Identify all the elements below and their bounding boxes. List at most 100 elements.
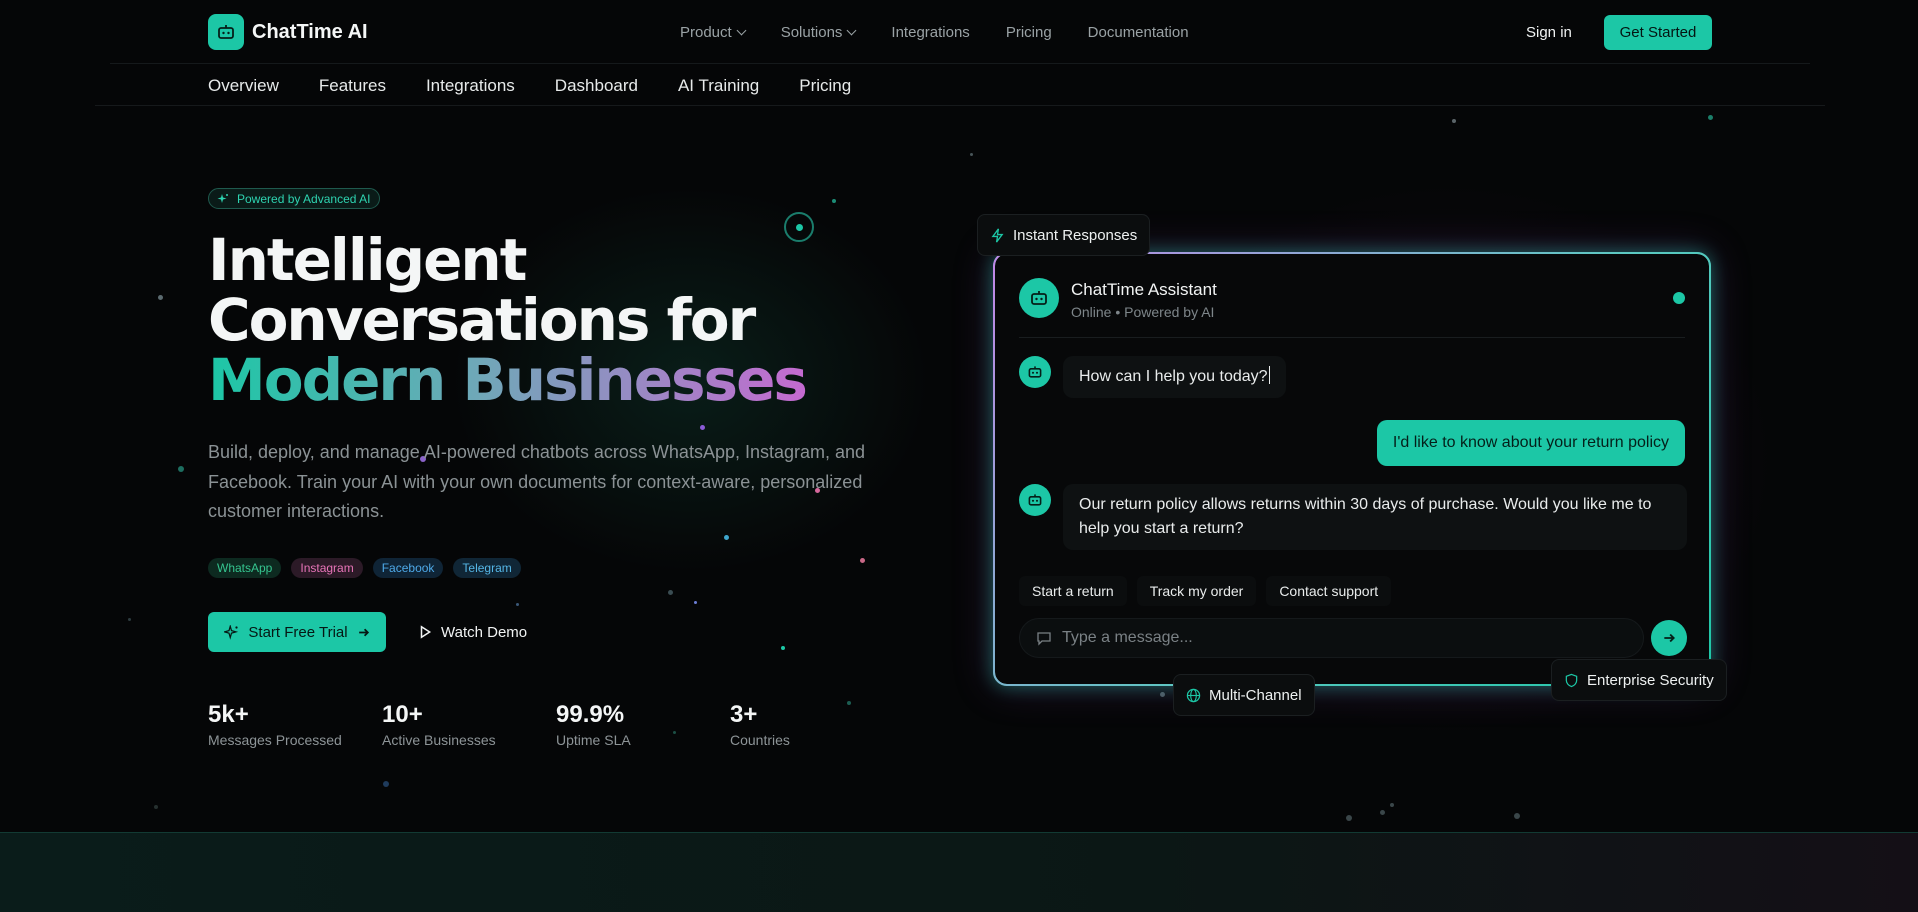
subnav-pricing[interactable]: Pricing (799, 76, 851, 96)
brand-name: ChatTime AI (252, 20, 368, 43)
message-icon (1037, 632, 1051, 646)
message-input[interactable]: Type a message... (1019, 618, 1644, 658)
particle (178, 466, 184, 472)
robot-icon (1031, 291, 1047, 305)
stat-label: Uptime SLA (556, 732, 631, 748)
main-nav: Product Solutions Integrations Pricing D… (680, 24, 1189, 41)
watch-demo-button[interactable]: Watch Demo (418, 612, 527, 652)
chip-whatsapp: WhatsApp (208, 558, 282, 578)
assistant-name: ChatTime Assistant (1071, 280, 1217, 299)
particle (694, 601, 697, 604)
particle (970, 153, 973, 156)
quick-reply-start-return[interactable]: Start a return (1019, 576, 1127, 606)
get-started-button[interactable]: Get Started (1604, 15, 1712, 50)
bot-avatar (1019, 484, 1051, 516)
nav-pricing[interactable]: Pricing (1006, 24, 1052, 41)
hero-title-line3: Modern Businesses (208, 346, 808, 414)
subnav-dashboard[interactable]: Dashboard (555, 76, 638, 96)
bot-message: How can I help you today? (1063, 356, 1286, 398)
robot-icon (1028, 366, 1042, 378)
divider (110, 63, 1810, 64)
robot-icon (208, 14, 244, 50)
stat-messages: 5k+ Messages Processed (208, 700, 382, 748)
assistant-status: Online • Powered by AI (1071, 304, 1215, 320)
powered-by-badge: Powered by Advanced AI (208, 188, 381, 209)
particle (158, 295, 163, 300)
stat-countries: 3+ Countries (730, 700, 904, 748)
watch-demo-label: Watch Demo (441, 623, 528, 641)
hero-title-line1: Intelligent (208, 226, 527, 294)
chip-facebook: Facebook (372, 558, 444, 578)
channel-chips: WhatsApp Instagram Facebook Telegram (208, 558, 521, 578)
instant-responses-badge: Instant Responses (977, 214, 1151, 256)
enterprise-security-label: Enterprise Security (1587, 671, 1714, 689)
sign-in-link[interactable]: Sign in (1526, 24, 1572, 41)
arrow-right-icon (1664, 633, 1675, 643)
particle (1514, 813, 1520, 819)
subnav-integrations[interactable]: Integrations (426, 76, 515, 96)
particle (128, 618, 131, 621)
lightning-icon (991, 228, 1004, 242)
hero-title-line2: Conversations for (208, 286, 756, 354)
subnav-features[interactable]: Features (319, 76, 386, 96)
shield-icon (1565, 673, 1578, 687)
particle (1708, 115, 1713, 120)
multi-channel-label: Multi-Channel (1209, 686, 1302, 704)
arrow-right-icon (358, 628, 369, 636)
particle (781, 646, 785, 650)
particle (1390, 803, 1394, 807)
assistant-avatar (1019, 278, 1059, 318)
quick-reply-track-order[interactable]: Track my order (1136, 576, 1257, 606)
stat-label: Messages Processed (208, 732, 342, 748)
online-indicator (1673, 292, 1685, 304)
robot-icon (1028, 494, 1042, 506)
particle (860, 558, 865, 563)
stat-value: 5k+ (208, 701, 249, 728)
subnav-ai-training[interactable]: AI Training (678, 76, 759, 96)
sub-navigation: Overview Features Integrations Dashboard… (208, 76, 851, 96)
stat-value: 10+ (382, 701, 423, 728)
stat-value: 3+ (730, 701, 758, 728)
typing-cursor (1268, 366, 1270, 384)
send-button[interactable] (1651, 620, 1687, 656)
next-section-band (0, 832, 1918, 912)
multi-channel-badge: Multi-Channel (1173, 674, 1315, 716)
hero-title: Intelligent Conversations for Modern Bus… (208, 230, 808, 410)
particle (1160, 692, 1165, 697)
sparkles-icon (217, 193, 228, 203)
particle (1346, 815, 1352, 821)
particle (668, 590, 673, 595)
stat-label: Countries (730, 732, 790, 748)
nav-documentation[interactable]: Documentation (1088, 24, 1189, 41)
message-input-placeholder: Type a message... (1062, 629, 1193, 646)
stat-uptime: 99.9% Uptime SLA (556, 700, 730, 748)
brand-logo[interactable]: ChatTime AI (208, 14, 368, 50)
divider (95, 105, 1825, 106)
nav-integrations[interactable]: Integrations (891, 24, 969, 41)
start-free-trial-button[interactable]: Start Free Trial (208, 612, 386, 652)
particle (383, 781, 389, 787)
bot-avatar (1019, 356, 1051, 388)
badge-label: Powered by Advanced AI (237, 191, 371, 206)
user-message-text: I'd like to know about your return polic… (1392, 434, 1669, 451)
nav-product[interactable]: Product (680, 24, 747, 41)
chip-telegram: Telegram (453, 558, 521, 578)
quick-replies: Start a return Track my order Contact su… (1019, 576, 1392, 606)
nav-solutions-label: Solutions (780, 24, 843, 41)
chat-preview-card: ChatTime Assistant Online • Powered by A… (993, 252, 1711, 686)
stat-businesses: 10+ Active Businesses (382, 700, 556, 748)
chevron-down-icon (736, 25, 747, 36)
enterprise-security-badge: Enterprise Security (1551, 659, 1727, 701)
user-message: I'd like to know about your return polic… (1376, 420, 1685, 466)
nav-product-label: Product (680, 24, 732, 41)
subnav-overview[interactable]: Overview (208, 76, 279, 96)
particle (700, 425, 705, 430)
top-navigation: ChatTime AI Product Solutions Integratio… (0, 0, 1918, 64)
chat-header: ChatTime Assistant Online • Powered by A… (1019, 278, 1685, 338)
quick-reply-contact-support[interactable]: Contact support (1266, 576, 1392, 606)
bot-message-text: Our return policy allows returns within … (1079, 496, 1652, 537)
stats-row: 5k+ Messages Processed 10+ Active Busine… (208, 700, 904, 748)
instant-responses-label: Instant Responses (1013, 226, 1138, 244)
particle (1452, 119, 1456, 123)
nav-solutions[interactable]: Solutions (780, 24, 857, 41)
